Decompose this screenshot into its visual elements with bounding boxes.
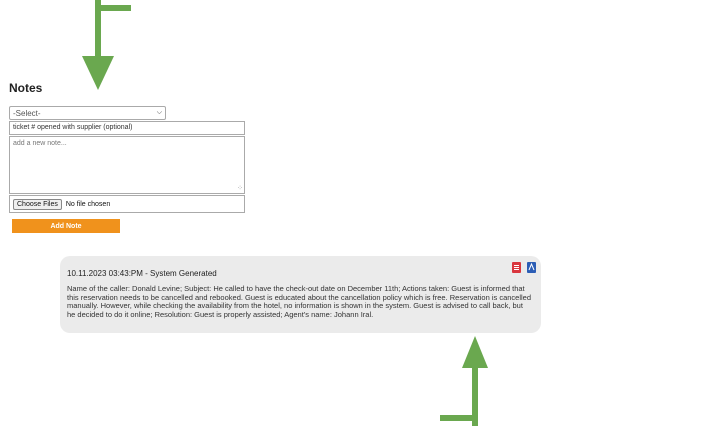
file-upload: Choose Files No file chosen: [9, 195, 245, 213]
ticket-input[interactable]: ticket # opened with supplier (optional): [9, 121, 245, 135]
choose-files-button[interactable]: Choose Files: [13, 198, 62, 210]
resize-handle-icon[interactable]: ⁘: [237, 185, 243, 192]
note-card: 10.11.2023 03:43:PM - System Generated N…: [60, 256, 541, 333]
chevron-down-icon: ⌵: [156, 109, 162, 116]
note-textarea[interactable]: add a new note... ⁘: [9, 136, 245, 194]
file-status: No file chosen: [65, 200, 111, 208]
note-placeholder: add a new note...: [13, 140, 67, 147]
document-icon[interactable]: [527, 262, 536, 273]
notes-title: Notes: [9, 81, 43, 95]
note-body: Name of the caller: Donald Levine; Subje…: [67, 284, 532, 319]
annotation-arrow-top: [82, 0, 131, 90]
annotation-arrow-bottom: [440, 336, 488, 426]
add-note-button[interactable]: Add Note: [12, 219, 120, 233]
note-header: 10.11.2023 03:43:PM - System Generated: [67, 269, 217, 278]
pdf-icon[interactable]: [512, 262, 521, 273]
note-type-select[interactable]: -Select- ⌵: [9, 106, 166, 120]
select-value: -Select-: [13, 108, 41, 118]
